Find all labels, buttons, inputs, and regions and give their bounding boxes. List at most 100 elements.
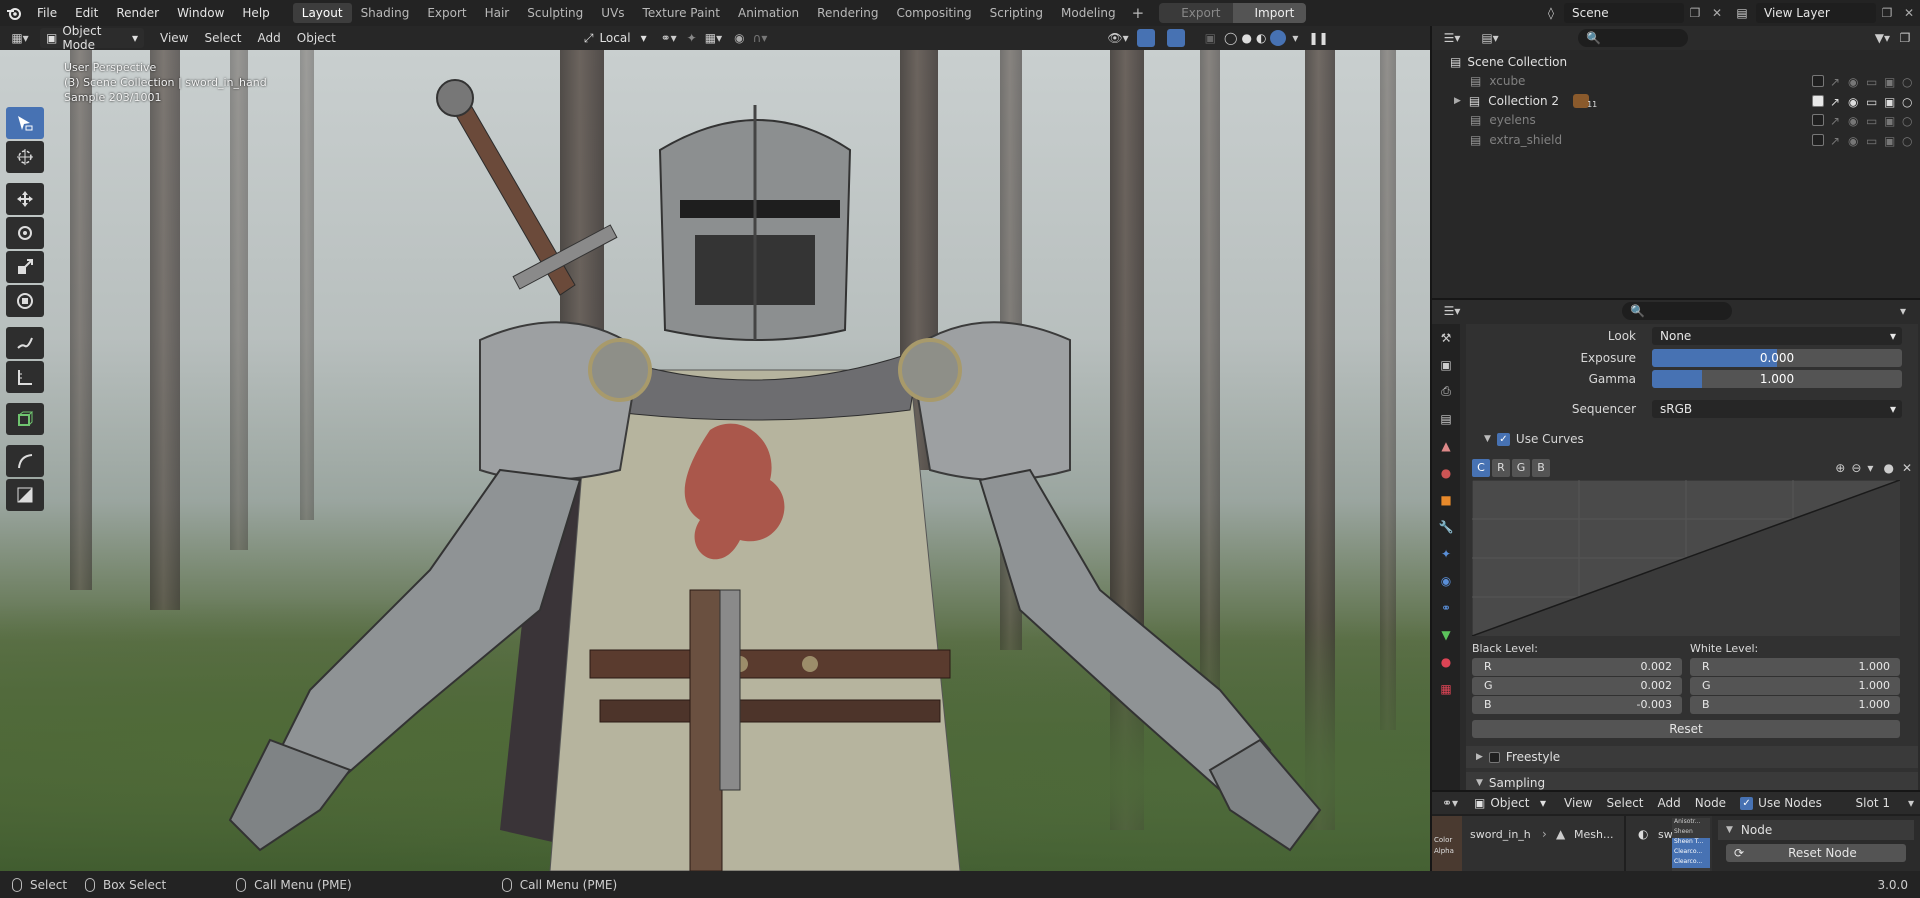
new-scene-icon[interactable]: ❐ [1684,6,1706,20]
holdout-icon[interactable]: ○ [1902,114,1914,128]
white-level-b-field[interactable]: B 1.000 [1690,696,1900,714]
mode-dropdown[interactable]: ▣ Object Mode ▾ [40,24,144,52]
menu-object[interactable]: Object [289,26,344,50]
clip-icon[interactable]: ● [1883,461,1893,475]
view-layer-icon[interactable]: ▤ [1728,6,1756,20]
holdout-icon[interactable]: ○ [1902,75,1914,89]
curve-graph[interactable] [1472,480,1900,636]
scene-tab-icon[interactable]: ▲ [1432,432,1460,459]
menu-node[interactable]: Node [1695,796,1726,810]
selectable-icon[interactable]: ↗ [1830,134,1842,148]
exclude-checkbox[interactable] [1812,133,1824,146]
freestyle-checkbox[interactable] [1488,751,1500,763]
gamma-slider[interactable]: 1.000 [1652,370,1902,388]
menu-view[interactable]: View [1564,796,1592,810]
sequencer-dropdown[interactable]: sRGB ▾ [1652,400,1902,418]
snap-target-icon[interactable]: ▦▾ [705,31,722,45]
tab-scripting[interactable]: Scripting [981,3,1052,23]
falloff-icon[interactable]: ∩▾ [753,31,768,45]
transform-orientation-dropdown[interactable]: ⤢ Local ▾ [584,31,647,46]
look-dropdown[interactable]: None ▾ [1652,327,1902,345]
node-canvas[interactable]: Color Alpha sword_in_h › ▲ Mesh... ◐ sw.… [1432,816,1712,871]
pivot-icon[interactable]: ⚭▾ [661,31,677,45]
eye-icon[interactable]: ◉ [1848,114,1860,128]
particles-tab-icon[interactable]: ✦ [1432,540,1460,567]
3d-viewport[interactable]: User Perspective (3) Scene Collection | … [0,50,1430,871]
export-button[interactable]: Export [1159,3,1233,23]
world-tab-icon[interactable]: ● [1432,459,1460,486]
data-tab-icon[interactable]: ▼ [1432,621,1460,648]
xray-icon[interactable]: ▣ [1205,31,1216,45]
tab-export[interactable]: Export [418,3,475,23]
outliner-row-eyelens[interactable]: ▤ eyelens ↗ ◉ ▭ ▣ ○ [1432,111,1920,131]
holdout-icon[interactable]: ○ [1902,134,1914,148]
selectable-icon[interactable]: ↗ [1830,114,1842,128]
solid-shading-icon[interactable]: ● [1241,31,1251,45]
menu-select[interactable]: Select [196,26,249,50]
transform-icon[interactable] [6,285,44,317]
proportional-edit-icon[interactable]: ◉ [734,31,744,45]
constraints-tab-icon[interactable]: ⚭ [1432,594,1460,621]
editor-type-icon[interactable]: ⚭▾ [1432,796,1468,810]
properties-search-input[interactable]: 🔍 [1622,302,1732,320]
view-layer-tab-icon[interactable]: ▤ [1432,405,1460,432]
physics-tab-icon[interactable]: ◉ [1432,567,1460,594]
slot-dropdown[interactable]: Slot 1 [1856,796,1890,810]
menu-edit[interactable]: Edit [66,0,107,26]
viewport-disable-icon[interactable]: ▭ [1866,134,1878,148]
tab-compositing[interactable]: Compositing [887,3,980,23]
delete-view-layer-icon[interactable]: ✕ [1898,6,1920,20]
scale-cage-icon[interactable] [6,479,44,511]
chevron-down-icon[interactable]: ▾ [1867,461,1873,475]
channel-b-button[interactable]: B [1532,459,1550,477]
gizmo-toggle-icon[interactable] [1136,29,1155,47]
annotate-icon[interactable] [6,327,44,359]
selectable-icon[interactable]: ↗ [1830,95,1842,109]
viewport-disable-icon[interactable]: ▭ [1866,114,1878,128]
eye-icon[interactable]: ◉ [1848,95,1860,109]
tab-layout[interactable]: Layout [292,3,352,23]
object-tab-icon[interactable]: ■ [1432,486,1460,513]
texture-tab-icon[interactable]: ▦ [1432,675,1460,702]
editor-type-icon[interactable]: ▦▾ [0,31,40,45]
exclude-checkbox[interactable] [1812,75,1824,88]
black-level-r-field[interactable]: R 0.002 [1472,658,1682,676]
close-icon[interactable]: ✕ [1902,461,1912,475]
menu-file[interactable]: File [28,0,66,26]
scene-icon[interactable]: ◊ [1538,6,1564,20]
bsdf-node-mini[interactable]: Anisotr... Sheen Sheen T... Clearco... C… [1672,818,1710,871]
scene-field[interactable]: Scene [1564,3,1684,23]
menu-add[interactable]: Add [250,26,289,50]
measure-icon[interactable] [6,361,44,393]
outliner-row-collection-2[interactable]: ▶ ▤ Collection 2 11 ↗ ◉ ▭ ▣ ○ [1432,91,1920,111]
chevron-down-icon[interactable]: ▾ [1292,31,1298,45]
modifier-tab-icon[interactable]: 🔧 [1432,513,1460,540]
menu-help[interactable]: Help [233,0,278,26]
scale-icon[interactable] [6,251,44,283]
menu-render[interactable]: Render [107,0,168,26]
wireframe-shading-icon[interactable]: ◯ [1224,31,1237,45]
breadcrumb-object[interactable]: sword_in_h [1470,828,1531,841]
use-nodes-checkbox[interactable]: ✓ [1740,796,1754,810]
material-tab-icon[interactable]: ● [1432,648,1460,675]
snap-icon[interactable]: ✦ [687,31,697,45]
outliner-row-xcube[interactable]: ▤ xcube ↗ ◉ ▭ ▣ ○ [1432,72,1920,92]
move-icon[interactable] [6,183,44,215]
tab-modeling[interactable]: Modeling [1052,3,1125,23]
rotate-icon[interactable] [6,217,44,249]
exclude-checkbox[interactable] [1812,114,1824,127]
zoom-in-icon[interactable]: ⊕ [1835,461,1845,475]
menu-view[interactable]: View [152,26,196,50]
shear-icon[interactable] [6,445,44,477]
tab-texture-paint[interactable]: Texture Paint [634,3,729,23]
tool-tab-icon[interactable]: ⚒ [1432,324,1460,351]
chevron-down-icon[interactable]: ▾ [1908,796,1914,810]
sampling-panel-header[interactable]: ▼ Sampling [1466,772,1918,790]
import-button[interactable]: Import [1232,3,1307,23]
add-workspace-button[interactable]: + [1125,4,1152,22]
menu-add[interactable]: Add [1658,796,1681,810]
display-mode-icon[interactable]: ▤▾ [1472,31,1508,45]
channel-c-button[interactable]: C [1472,459,1490,477]
select-box-icon[interactable] [6,107,44,139]
tab-sculpting[interactable]: Sculpting [518,3,592,23]
